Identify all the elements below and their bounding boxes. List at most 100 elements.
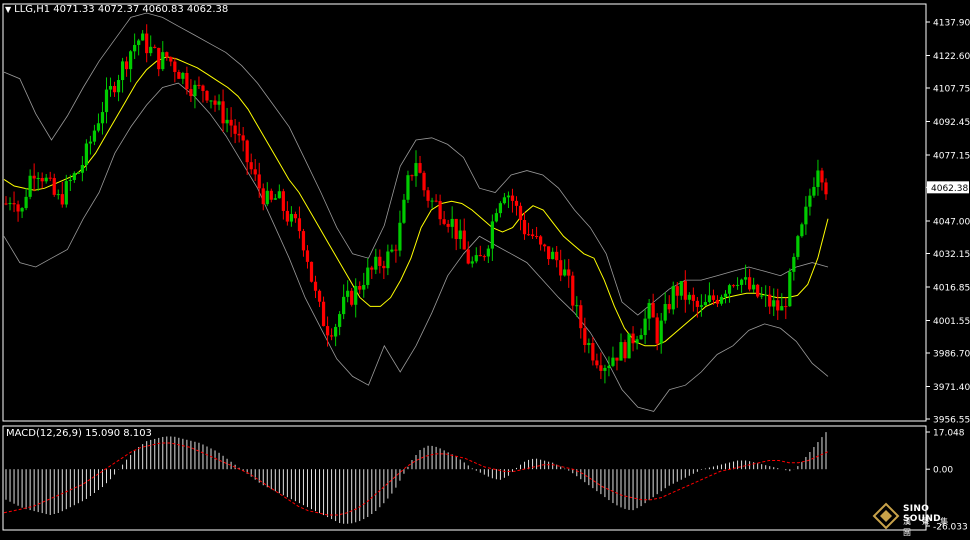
candle-body: [748, 277, 752, 290]
candle-body: [727, 285, 732, 294]
candle-body: [32, 175, 36, 179]
candle-body: [635, 339, 639, 344]
candle-body: [281, 191, 285, 211]
candle-body: [293, 213, 298, 219]
candle-body: [466, 249, 470, 264]
candle-body: [410, 175, 414, 177]
candle-body: [12, 203, 16, 205]
price-axis-label: 4047.00: [933, 217, 970, 227]
candle-body: [100, 112, 105, 124]
candle-body: [205, 90, 209, 101]
candle-body: [40, 178, 44, 182]
macd-axis-label: 17.048: [933, 429, 965, 439]
candle-body: [691, 294, 695, 301]
candle-body: [350, 290, 354, 305]
candle-body: [177, 71, 181, 79]
candle-body: [707, 295, 712, 303]
candle-body: [402, 199, 406, 223]
candle-body: [772, 300, 776, 307]
candle-body: [651, 302, 655, 318]
candle-body: [518, 205, 523, 221]
candle-body: [623, 342, 627, 359]
candle-body: [812, 186, 816, 196]
candle-body: [611, 357, 615, 366]
candle-body: [538, 236, 543, 245]
candle-body: [92, 130, 97, 142]
candle-body: [719, 296, 724, 304]
candle-body: [185, 72, 189, 90]
candle-body: [133, 44, 137, 52]
candle-body: [398, 222, 402, 251]
candle-body: [28, 175, 32, 197]
candle-body: [76, 172, 80, 174]
price-axis-label: 4137.90: [933, 19, 970, 29]
candle-body: [743, 277, 748, 280]
candle-body: [647, 302, 651, 319]
price-axis-label: 4032.15: [933, 250, 970, 260]
candle-body: [470, 261, 474, 264]
candle-body: [506, 195, 511, 198]
candle-body: [434, 200, 438, 202]
candle-body: [261, 188, 265, 205]
candle-body: [490, 221, 494, 249]
candle-body: [285, 210, 289, 222]
candle-body: [213, 100, 217, 105]
candle-body: [426, 190, 430, 201]
candle-body: [502, 197, 507, 204]
candle-body: [153, 46, 157, 48]
candle-body: [309, 261, 314, 282]
candle-body: [249, 162, 253, 170]
macd-signal-line: [3, 442, 829, 516]
candle-body: [370, 267, 374, 270]
candle-body: [161, 52, 165, 70]
candle-body: [526, 234, 531, 236]
candle-body: [197, 84, 201, 86]
candle-body: [149, 46, 153, 54]
candle-body: [124, 61, 129, 70]
candle-body: [474, 255, 478, 262]
candle-body: [514, 200, 519, 206]
candle-body: [756, 284, 760, 297]
candle-body: [108, 85, 113, 90]
candle-body: [382, 265, 386, 269]
candle-body: [80, 165, 84, 173]
candle-body: [237, 133, 241, 136]
price-chart-area[interactable]: 4137.90 4122.60 4107.75 4092.45 4077.15 4047.…: [0, 0, 970, 536]
candle-body: [446, 223, 450, 227]
candle-body: [695, 300, 699, 307]
candle-body: [60, 194, 64, 205]
candle-body: [8, 203, 12, 205]
candle-body: [723, 293, 728, 297]
candle-body: [325, 326, 330, 336]
symbol-label: LLG,H1: [14, 4, 51, 15]
candle-body: [667, 304, 671, 310]
logo-chinese-name: 漢 聲 集 團: [903, 517, 953, 537]
candle-body: [450, 218, 454, 227]
candle-body: [366, 267, 370, 285]
candle-body: [48, 177, 52, 179]
macd-header: MACD(12,26,9) 15.090 8.103: [6, 428, 152, 439]
price-axis-label: 4122.60: [933, 52, 970, 62]
candle-body: [329, 335, 334, 337]
candle-body: [739, 279, 744, 285]
candle-body: [764, 294, 768, 296]
candle-body: [631, 333, 635, 344]
candle-body: [462, 230, 466, 250]
price-axis-label: 4001.55: [933, 317, 970, 327]
candle-body: [253, 169, 257, 175]
bollinger-lower-band: [3, 82, 829, 412]
candle-body: [683, 281, 687, 300]
candle-body: [703, 302, 708, 306]
candle-body: [120, 61, 125, 81]
dropdown-triangle-icon[interactable]: ▼: [5, 5, 11, 14]
candle-body: [225, 119, 229, 124]
candle-body: [378, 256, 382, 266]
candle-body: [422, 172, 426, 191]
candle-body: [816, 170, 820, 187]
symbol-header[interactable]: ▼ LLG,H1 4071.33 4072.37 4060.83 4062.38: [5, 4, 228, 16]
candle-body: [317, 290, 322, 302]
candle-body: [711, 295, 716, 300]
candle-body: [458, 230, 462, 240]
current-price-label: 4062.38: [931, 184, 968, 194]
candle-body: [735, 284, 740, 286]
